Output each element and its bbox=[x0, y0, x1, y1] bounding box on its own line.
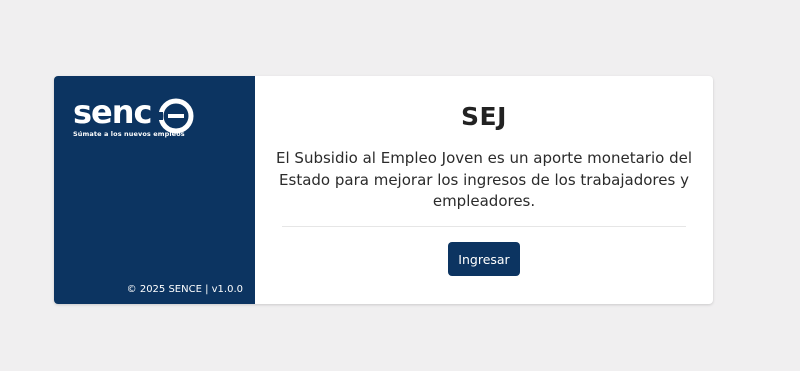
login-card: senc Súmate a los nuevos empleos © 2025 … bbox=[54, 76, 713, 304]
content-panel: SEJ El Subsidio al Empleo Joven es un ap… bbox=[255, 76, 713, 304]
logo-wordmark: senc bbox=[73, 93, 152, 131]
logo-slogan: Súmate a los nuevos empleos bbox=[73, 130, 185, 138]
brand-panel: senc Súmate a los nuevos empleos © 2025 … bbox=[54, 76, 255, 304]
page-title: SEJ bbox=[461, 102, 507, 131]
ingresar-button[interactable]: Ingresar bbox=[448, 242, 520, 276]
version-footer: © 2025 SENCE | v1.0.0 bbox=[126, 284, 243, 295]
description-text: El Subsidio al Empleo Joven es un aporte… bbox=[276, 149, 692, 210]
sence-logo: senc Súmate a los nuevos empleos bbox=[73, 93, 223, 144]
divider bbox=[282, 226, 686, 227]
